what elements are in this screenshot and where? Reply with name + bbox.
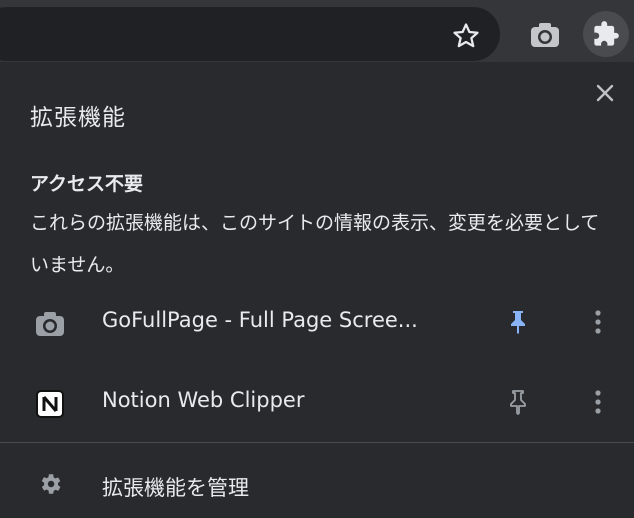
close-button[interactable] [592, 80, 618, 106]
star-outline-icon [453, 23, 479, 48]
gofullpage-toolbar-button[interactable] [525, 15, 565, 55]
notion-icon [32, 386, 68, 422]
bookmark-star-button[interactable] [446, 16, 486, 56]
gear-icon [36, 470, 64, 498]
camera-icon [531, 23, 559, 47]
more-options-button[interactable] [584, 386, 612, 418]
camera-icon [32, 306, 68, 342]
manage-extensions-label: 拡張機能を管理 [102, 476, 249, 500]
pin-button[interactable] [503, 306, 533, 338]
extension-row-notion[interactable]: Notion Web Clipper [0, 372, 634, 432]
pin-button[interactable] [503, 386, 533, 418]
extensions-panel: 拡張機能 アクセス不要 これらの拡張機能は、このサイトの情報の表示、変更を必要と… [0, 62, 634, 518]
pin-filled-icon [511, 311, 525, 334]
puzzle-icon [594, 21, 619, 46]
divider [0, 442, 634, 443]
more-options-button[interactable] [584, 306, 612, 338]
vertical-dots-icon [595, 310, 601, 334]
section-description: これらの拡張機能は、このサイトの情報の表示、変更を必要としていません。 [30, 212, 600, 276]
manage-extensions-item[interactable]: 拡張機能を管理 [0, 454, 634, 514]
omnibox[interactable] [0, 7, 500, 61]
vertical-dots-icon [595, 390, 601, 414]
section-title: アクセス不要 [30, 173, 144, 195]
browser-toolbar [0, 0, 634, 62]
extensions-menu-button[interactable] [583, 11, 629, 57]
extension-row-gofullpage[interactable]: GoFullPage - Full Page Scree... [0, 292, 634, 352]
pin-outline-icon [510, 390, 526, 415]
panel-title: 拡張機能 [30, 105, 126, 131]
close-icon [596, 84, 614, 102]
extension-name: GoFullPage - Full Page Scree... [102, 308, 418, 332]
extension-name: Notion Web Clipper [102, 388, 305, 412]
